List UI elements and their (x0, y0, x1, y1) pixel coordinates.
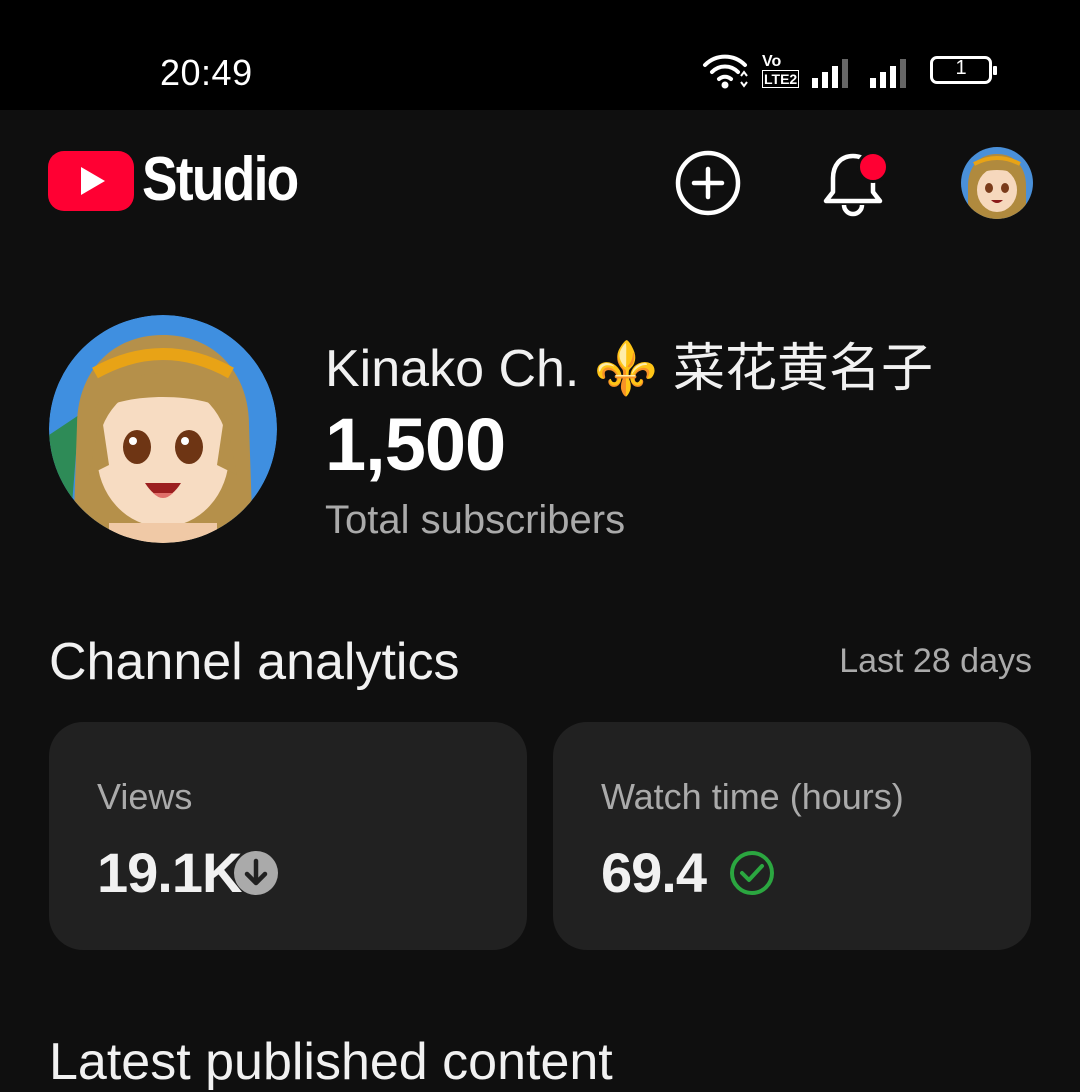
views-value: 19.1K (97, 841, 242, 904)
channel-avatar[interactable] (49, 315, 277, 543)
wifi-icon (703, 54, 748, 89)
analytics-title: Channel analytics (49, 633, 460, 691)
notification-badge (857, 151, 889, 183)
volte-icon: Vo LTE2 (762, 53, 800, 88)
studio-logo-text[interactable]: Studio (142, 144, 299, 215)
latest-content-title: Latest published content (49, 1033, 613, 1091)
battery-level: 1 (955, 57, 967, 79)
account-avatar[interactable] (960, 146, 1034, 220)
watch-time-card[interactable]: Watch time (hours) 69.4 (553, 722, 1031, 950)
signal-icon (812, 59, 848, 88)
watch-time-label: Watch time (hours) (601, 776, 904, 817)
youtube-logo-icon[interactable] (48, 151, 134, 211)
status-bar: 20:49 Vo LTE2 1 (0, 0, 1080, 110)
signal-icon (870, 59, 906, 88)
watch-time-value: 69.4 (601, 841, 707, 904)
analytics-range: Last 28 days (839, 642, 1032, 680)
subscriber-count: 1,500 (325, 403, 506, 486)
battery-icon: 1 (930, 56, 997, 84)
check-circle-icon (730, 851, 774, 895)
status-time: 20:49 (160, 52, 253, 93)
views-label: Views (97, 776, 193, 817)
create-icon[interactable] (675, 150, 741, 216)
arrow-down-circle-icon (234, 851, 278, 895)
channel-name: Kinako Ch. ⚜️ 菜花黄名子 (325, 340, 934, 398)
subscriber-label: Total subscribers (325, 498, 626, 542)
status-icons: Vo LTE2 1 (680, 50, 1080, 94)
views-card[interactable]: Views 19.1K (49, 722, 527, 950)
